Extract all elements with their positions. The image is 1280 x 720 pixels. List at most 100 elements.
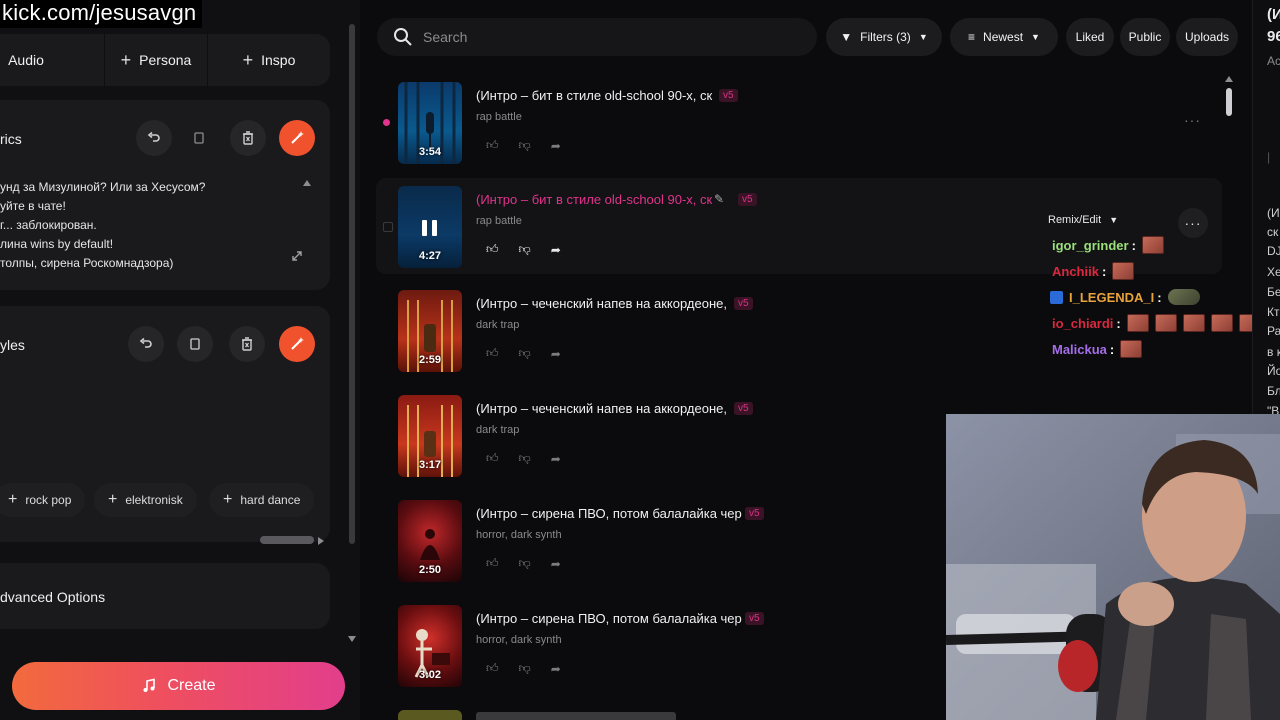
more-options-button[interactable]: ··· <box>1178 208 1208 238</box>
undo-button[interactable] <box>136 120 172 156</box>
tab-inspo[interactable]: + Inspo <box>208 34 330 86</box>
list-scroll-up-icon[interactable] <box>1225 76 1233 82</box>
thumbs-up-icon[interactable]: 👍︎ <box>486 138 499 153</box>
style-chip-hard-dance[interactable]: + hard dance <box>209 483 315 517</box>
more-options-icon[interactable]: ··· <box>1184 112 1201 128</box>
song-tags[interactable]: dark trap <box>476 424 519 436</box>
song-title[interactable]: (Интро – бит в стиле old-school 90-х, ск <box>476 88 712 103</box>
thumbs-up-icon[interactable]: 👍︎ <box>486 661 499 676</box>
undo-icon <box>147 131 160 142</box>
pig-emote-icon <box>1154 314 1177 332</box>
tab-persona[interactable]: + Persona <box>105 34 207 86</box>
share-icon[interactable]: ➦ <box>551 243 561 257</box>
sort-button[interactable]: ≡ Newest ▼ <box>950 18 1058 56</box>
thumbs-up-icon[interactable]: 👍︎ <box>486 242 499 257</box>
chip-label: rock pop <box>25 493 72 507</box>
pig-emote-icon <box>1141 236 1164 254</box>
clear-styles-button[interactable] <box>229 326 265 362</box>
chat-username: igor_grinder <box>1052 237 1129 253</box>
song-tags[interactable]: dark trap <box>476 319 519 331</box>
share-icon[interactable]: ➦ <box>551 139 561 153</box>
lyrics-text[interactable]: унд за Мизулиной? Или за Хесусом? уйте в… <box>0 178 205 273</box>
select-checkbox[interactable] <box>383 222 393 232</box>
song-tags[interactable]: rap battle <box>476 215 522 227</box>
create-label: Create <box>167 677 216 694</box>
create-tabs: Audio + Persona + Inspo <box>0 34 330 86</box>
song-duration: 4:27 <box>418 250 442 262</box>
song-actions: 👍︎ 👎︎ ➦ <box>486 138 561 153</box>
thumbs-down-icon[interactable]: 👎︎ <box>519 346 531 361</box>
remix-edit-button[interactable]: Remix/Edit ▼ <box>1048 214 1118 226</box>
version-badge: v5 <box>745 612 764 625</box>
song-row[interactable]: 3:54 (Интро – бит в стиле old-school 90-… <box>376 74 1222 170</box>
share-icon[interactable]: ➦ <box>551 662 561 676</box>
music-note-icon <box>143 678 156 692</box>
thumbs-up-icon[interactable]: 👍︎ <box>486 346 499 361</box>
undo-button[interactable] <box>128 326 164 362</box>
song-title[interactable]: (Интро – чеченский напев на аккордеоне, <box>476 401 727 416</box>
bookmark-icon <box>190 338 200 350</box>
lyrics-title: rics <box>0 131 22 147</box>
thumbs-down-icon[interactable]: 👎︎ <box>519 138 531 153</box>
song-title[interactable]: (Интро – бит в стиле old-school 90-х, ск <box>476 192 712 207</box>
song-tags[interactable]: horror, dark synth <box>476 634 562 646</box>
song-cover[interactable] <box>398 710 462 720</box>
chat-colon: : <box>1109 341 1115 357</box>
generate-styles-button[interactable] <box>279 326 315 362</box>
share-icon[interactable]: ➦ <box>551 557 561 571</box>
thumbs-down-icon[interactable]: 👎︎ <box>519 242 531 257</box>
thumbs-down-icon[interactable]: 👎︎ <box>519 661 531 676</box>
song-cover[interactable]: 3:17 <box>398 395 462 477</box>
bookmark-button[interactable] <box>181 120 217 156</box>
uploads-button[interactable]: Uploads <box>1176 18 1238 56</box>
clear-lyrics-button[interactable] <box>230 120 266 156</box>
scroll-down-icon[interactable] <box>348 636 356 642</box>
pig-emote-icon <box>1182 314 1205 332</box>
song-cover[interactable]: 3:02 <box>398 605 462 687</box>
thumbs-up-icon[interactable]: 👍︎ <box>486 451 499 466</box>
filters-button[interactable]: ▼ Filters (3) ▼ <box>826 18 942 56</box>
share-icon[interactable]: ➦ <box>551 452 561 466</box>
song-title[interactable]: (Интро – чеченский напев на аккордеоне, <box>476 296 727 311</box>
scroll-right-icon[interactable] <box>318 537 324 545</box>
bookmark-button[interactable] <box>177 326 213 362</box>
search-bar[interactable] <box>377 18 817 56</box>
panel-scrollbar[interactable] <box>349 24 355 544</box>
search-input[interactable] <box>421 28 785 46</box>
chevron-down-icon: ▼ <box>1109 215 1119 225</box>
horizontal-scrollbar[interactable] <box>260 536 314 544</box>
song-cover[interactable]: 2:59 <box>398 290 462 372</box>
edit-pencil-icon[interactable]: ✎ <box>714 192 724 206</box>
scroll-up-icon[interactable] <box>303 180 311 186</box>
stream-url-overlay: kick.com/jesusavgn <box>0 0 203 28</box>
tab-inspo-label: Inspo <box>261 52 296 68</box>
more-options-icon: ··· <box>1184 215 1202 231</box>
song-duration: 2:50 <box>418 564 442 576</box>
song-tags[interactable]: horror, dark synth <box>476 529 562 541</box>
thumbs-down-icon[interactable]: 👎︎ <box>519 556 531 571</box>
expand-button[interactable] <box>287 246 307 266</box>
song-cover[interactable]: 3:54 <box>398 82 462 164</box>
style-chip-elektronisk[interactable]: + elektronisk <box>94 483 197 517</box>
list-scrollbar[interactable] <box>1226 88 1232 116</box>
panel-text-fragment: (И <box>1267 206 1280 220</box>
share-icon[interactable]: ➦ <box>551 347 561 361</box>
song-cover[interactable]: 4:27 <box>398 186 462 268</box>
song-tags[interactable]: rap battle <box>476 111 522 123</box>
song-title-partial <box>476 712 676 720</box>
song-title[interactable]: (Интро – сирена ПВО, потом балалайка чер <box>476 506 742 521</box>
public-button[interactable]: Public <box>1120 18 1170 56</box>
generate-lyrics-button[interactable] <box>279 120 315 156</box>
advanced-options[interactable]: dvanced Options <box>0 563 330 629</box>
lyrics-card: rics унд за Мизулиной? Или за Хесусом? у… <box>0 100 330 290</box>
song-title[interactable]: (Интро – сирена ПВО, потом балалайка чер <box>476 611 742 626</box>
thumbs-up-icon[interactable]: 👍︎ <box>486 556 499 571</box>
liked-button[interactable]: Liked <box>1066 18 1114 56</box>
tab-persona-label: Persona <box>139 52 192 68</box>
thumbs-down-icon[interactable]: 👎︎ <box>519 451 531 466</box>
style-chip-rock-pop[interactable]: + rock pop <box>0 483 86 517</box>
create-button[interactable]: Create <box>12 662 345 710</box>
song-cover[interactable]: 2:50 <box>398 500 462 582</box>
chat-username: Malickua <box>1052 341 1107 357</box>
tab-audio[interactable]: Audio <box>0 34 52 86</box>
